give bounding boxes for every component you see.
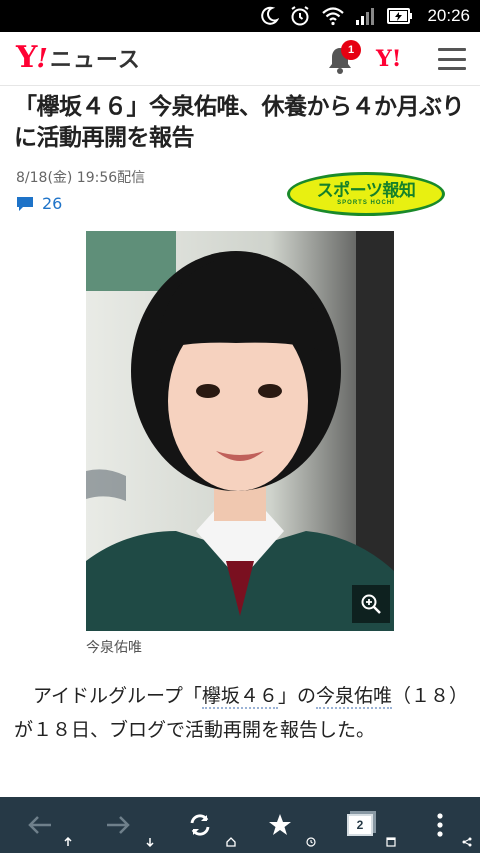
comments-link[interactable]: 26	[16, 194, 62, 213]
tabs-icon: 2	[347, 814, 373, 836]
bookmark-star-icon	[269, 814, 291, 835]
source-name: スポーツ報知	[316, 180, 416, 201]
home-small-icon	[226, 837, 236, 847]
source-name-en: SPORTS HOCHI	[337, 199, 395, 206]
tabs-button[interactable]: 2	[336, 797, 396, 853]
status-bar: 20:26	[0, 0, 480, 32]
signal-icon	[356, 8, 375, 25]
app-header: Y ! ニュース 1 Y!	[0, 32, 480, 86]
back-button[interactable]	[16, 797, 72, 853]
more-vertical-icon	[437, 813, 443, 837]
yahoo-y-icon[interactable]: Y!	[376, 46, 401, 72]
article-title: 「欅坂４６」今泉佑唯、休養から４か月ぶりに活動再開を報告	[14, 94, 465, 151]
up-arrow-small-icon	[64, 837, 72, 846]
comment-bubble-icon	[17, 196, 33, 211]
photo-caption: 今泉佑唯	[86, 640, 142, 656]
source-logo-sports-hochi[interactable]: スポーツ報知 SPORTS HOCHI	[287, 172, 445, 216]
moon-icon	[261, 6, 280, 25]
body-text-part1: アイドルグループ「	[14, 685, 202, 707]
body-text-part2: 」の	[277, 685, 316, 707]
forward-button[interactable]	[94, 797, 154, 853]
logo-exclamation: !	[36, 44, 48, 74]
forward-arrow-icon	[107, 816, 130, 834]
keyword-link-keyakizaka46[interactable]: 欅坂４６	[201, 685, 278, 709]
portrait-photo-illustration	[86, 231, 394, 631]
alarm-icon	[291, 6, 310, 26]
status-time: 20:26	[427, 6, 470, 25]
reload-button[interactable]	[176, 797, 236, 853]
keyword-link-imaizumi-yui[interactable]: 今泉佑唯	[315, 685, 392, 709]
share-small-icon	[462, 837, 472, 847]
zoom-in-icon	[361, 594, 381, 614]
reload-icon	[190, 814, 210, 836]
notification-badge: 1	[341, 40, 361, 60]
article-body: アイドルグループ「欅坂４６」の今泉佑唯（１８）が１８日、ブログで活動再開を報告し…	[14, 679, 466, 747]
logo-news-text: ニュース	[49, 48, 141, 73]
clock-small-icon	[306, 837, 316, 847]
back-arrow-icon	[28, 816, 51, 834]
zoom-button[interactable]	[352, 585, 390, 623]
wifi-icon	[322, 7, 345, 26]
comment-count: 26	[42, 194, 63, 213]
logo-y: Y	[16, 40, 37, 75]
battery-charging-icon	[387, 8, 413, 24]
down-arrow-small-icon	[146, 838, 154, 847]
yahoo-news-logo[interactable]: Y ! ニュース	[16, 40, 141, 75]
article-photo[interactable]	[86, 231, 394, 631]
bookmark-button[interactable]	[256, 797, 316, 853]
browser-bottom-nav: 2	[0, 797, 480, 853]
hamburger-menu-icon[interactable]	[438, 48, 466, 70]
article-date: 8/18(金) 19:56配信	[16, 170, 146, 186]
more-menu-button[interactable]	[416, 797, 472, 853]
window-small-icon	[386, 837, 396, 847]
